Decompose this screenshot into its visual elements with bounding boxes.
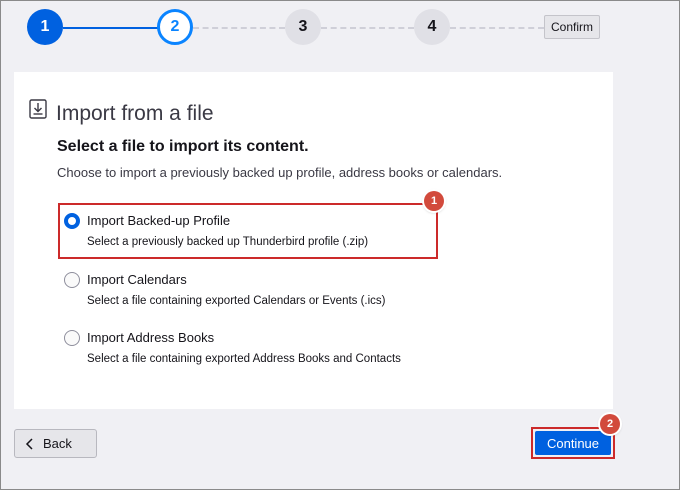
step-1: 1 [27,9,63,45]
step-connector-3-4 [321,27,414,29]
continue-button[interactable]: Continue [535,431,611,455]
step-connector-4-confirm [450,27,544,29]
page-subtitle: Select a file to import its content. [57,138,309,155]
option-description: Select a file containing exported Calend… [87,295,386,307]
radio-address-books[interactable] [64,330,80,346]
option-address-books[interactable]: Import Address Books Select a file conta… [64,330,434,370]
import-file-icon [29,99,47,119]
step-confirm: Confirm [544,15,600,39]
step-4: 4 [414,9,450,45]
back-label: Back [43,436,72,451]
continue-highlight: Continue [531,427,615,459]
chevron-left-icon [25,437,33,450]
callout-badge-2: 2 [600,414,620,434]
option-description: Select a file containing exported Addres… [87,353,401,365]
back-button[interactable]: Back [14,429,97,458]
step-3: 3 [285,9,321,45]
option-calendars[interactable]: Import Calendars Select a file containin… [64,272,424,312]
dialog-frame: 1 2 3 4 Confirm Import from a file Selec… [0,0,680,490]
callout-badge-1: 1 [424,191,444,211]
option-label: Import Address Books [87,330,215,345]
radio-calendars[interactable] [64,272,80,288]
page-title: Import from a file [56,102,214,125]
step-2: 2 [157,9,193,45]
step-connector-2-3 [193,27,285,29]
option-label: Import Calendars [87,272,187,287]
step-connector-1-2 [63,27,158,29]
continue-label: Continue [546,435,600,451]
highlight-box [58,203,438,259]
page-description: Choose to import a previously backed up … [57,165,503,180]
